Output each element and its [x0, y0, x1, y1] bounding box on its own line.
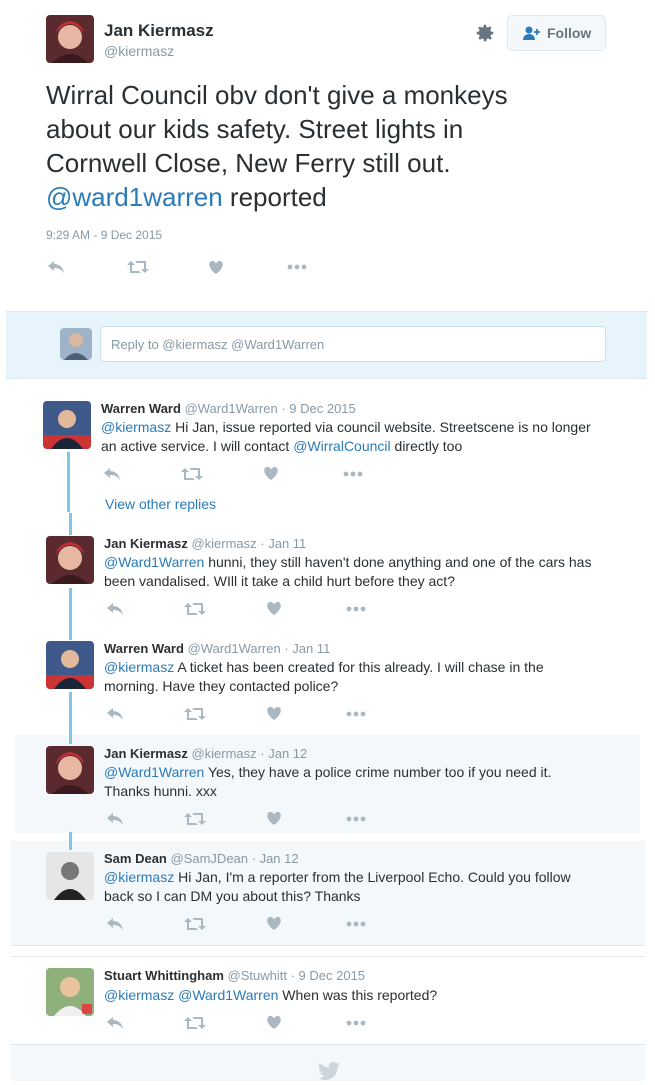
reply-author-name[interactable]: Jan Kiermasz [104, 746, 188, 761]
more-icon[interactable] [287, 264, 307, 270]
reply-text: A ticket has been created for this alrea… [174, 659, 544, 675]
reply-icon[interactable] [106, 706, 124, 722]
more-icon[interactable] [346, 711, 366, 717]
like-icon[interactable] [266, 1015, 282, 1030]
retweet-icon[interactable] [184, 602, 206, 616]
reply-author-handle[interactable]: @Stuwhitt [228, 968, 287, 983]
reply-text: directly too [390, 438, 463, 454]
like-icon[interactable] [263, 466, 279, 481]
reply-date[interactable]: · Jan 12 [260, 746, 307, 761]
tweet-text-line: Cornwell Close, New Ferry still out. [46, 148, 451, 178]
reply-text: Hi Jan, I'm a reporter from the Liverpoo… [174, 869, 571, 885]
reply-text: an active service. I will contact [101, 438, 294, 454]
reply-avatar[interactable] [46, 852, 94, 900]
tweet-text-end: reported [222, 182, 327, 212]
view-other-replies-link[interactable]: View other replies [105, 496, 216, 512]
retweet-icon[interactable] [184, 812, 206, 826]
reply-avatar[interactable] [46, 536, 94, 584]
reply-icon[interactable] [106, 1015, 124, 1031]
divider [11, 945, 645, 946]
author-avatar[interactable] [46, 15, 94, 63]
reply-icon[interactable] [106, 916, 124, 932]
retweet-icon[interactable] [181, 467, 203, 481]
retweet-icon[interactable] [184, 1016, 206, 1030]
reply-avatar[interactable] [43, 401, 91, 449]
reply-input-placeholder: Reply to @kiermasz @Ward1Warren [111, 337, 325, 352]
reply-text: When was this reported? [278, 987, 438, 1003]
more-icon[interactable] [346, 606, 366, 612]
current-user-avatar [60, 328, 92, 360]
tweet-timestamp[interactable]: 9:29 AM - 9 Dec 2015 [46, 228, 162, 242]
reply-author-name[interactable]: Warren Ward [104, 641, 184, 656]
mention-link[interactable]: @Ward1Warren [174, 987, 278, 1003]
mention-link[interactable]: @ward1warren [46, 182, 223, 212]
reply-author-handle[interactable]: @kiermasz [191, 536, 256, 551]
mention-link[interactable]: @kiermasz [101, 419, 171, 435]
reply-text: been vandalised. WIll it take a child hu… [104, 573, 455, 589]
reply-author-handle[interactable]: @SamJDean [171, 851, 249, 866]
thread-line [69, 832, 72, 850]
gear-icon[interactable] [474, 22, 496, 44]
retweet-icon[interactable] [184, 707, 206, 721]
reply-author-name[interactable]: Stuart Whittingham [104, 968, 224, 983]
reply-text: morning. Have they contacted police? [104, 678, 339, 694]
like-icon[interactable] [266, 601, 282, 616]
reply-date[interactable]: · Jan 11 [260, 536, 306, 551]
thread-line [67, 452, 70, 512]
reply-text: hunni, they still haven't done anything … [204, 554, 592, 570]
reply-avatar[interactable] [46, 968, 94, 1016]
tweet-text-line: about our kids safety. Street lights in [46, 114, 464, 144]
more-icon[interactable] [346, 921, 366, 927]
mention-link[interactable]: @kiermasz [104, 659, 174, 675]
reply-author-name[interactable]: Warren Ward [101, 401, 181, 416]
mention-link[interactable]: @WirralCouncil [293, 438, 390, 454]
reply-icon[interactable] [106, 811, 124, 827]
like-icon[interactable] [208, 260, 224, 275]
reply-text: back so I can DM you about this? Thanks [104, 888, 361, 904]
more-icon[interactable] [346, 816, 366, 822]
reply-icon[interactable] [106, 601, 124, 617]
reply-author-name[interactable]: Jan Kiermasz [104, 536, 188, 551]
reply-author-handle[interactable]: @Ward1Warren [185, 401, 278, 416]
reply-text: Yes, they have a police crime number too… [204, 764, 552, 780]
follow-person-icon [522, 25, 542, 46]
reply-input[interactable]: Reply to @kiermasz @Ward1Warren [100, 326, 606, 362]
author-name[interactable]: Jan Kiermasz [104, 21, 214, 41]
mention-link[interactable]: @kiermasz [104, 987, 174, 1003]
follow-label: Follow [547, 25, 592, 41]
thread-line [69, 513, 72, 535]
retweet-icon[interactable] [184, 917, 206, 931]
reply-avatar[interactable] [46, 641, 94, 689]
divider [11, 956, 645, 957]
like-icon[interactable] [266, 916, 282, 931]
follow-button[interactable]: Follow [507, 15, 606, 51]
mention-link[interactable]: @Ward1Warren [104, 764, 204, 780]
reply-icon[interactable] [47, 259, 65, 275]
more-icon[interactable] [343, 471, 363, 477]
reply-date[interactable]: · 9 Dec 2015 [281, 401, 355, 416]
thread-line [69, 588, 72, 640]
like-icon[interactable] [266, 811, 282, 826]
tweet-text: Wirral Council obv don't give a monkeys … [46, 78, 508, 214]
reply-icon[interactable] [103, 466, 121, 482]
like-icon[interactable] [266, 706, 282, 721]
reply-date[interactable]: · Jan 11 [284, 641, 330, 656]
more-icon[interactable] [346, 1020, 366, 1026]
reply-avatar[interactable] [46, 746, 94, 794]
reply-text: Hi Jan, issue reported via council websi… [171, 419, 591, 435]
mention-link[interactable]: @Ward1Warren [104, 554, 204, 570]
reply-date[interactable]: · Jan 12 [252, 851, 299, 866]
tweet-text-line: Wirral Council obv don't give a monkeys [46, 80, 508, 110]
thread-line [69, 692, 72, 744]
reply-date[interactable]: · 9 Dec 2015 [291, 968, 365, 983]
twitter-bird-icon [318, 1061, 340, 1085]
retweet-icon[interactable] [127, 260, 149, 274]
mention-link[interactable]: @kiermasz [104, 869, 174, 885]
reply-author-handle[interactable]: @Ward1Warren [188, 641, 281, 656]
reply-author-handle[interactable]: @kiermasz [191, 746, 256, 761]
reply-author-name[interactable]: Sam Dean [104, 851, 167, 866]
author-handle[interactable]: @kiermasz [104, 43, 174, 59]
reply-text: Thanks hunni. xxx [104, 783, 217, 799]
